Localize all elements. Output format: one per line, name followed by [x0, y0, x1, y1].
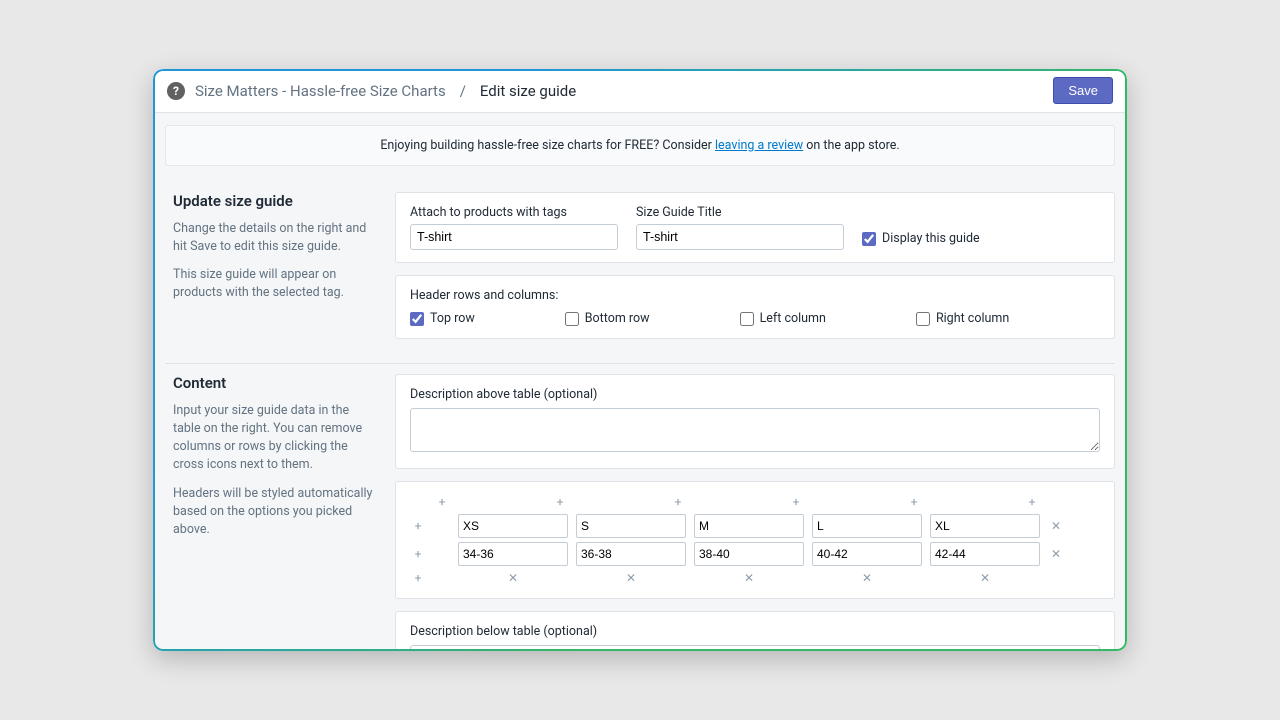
chk-top-row-label: Top row: [430, 311, 475, 326]
table-cell-input[interactable]: [694, 514, 804, 538]
desc-below-input[interactable]: [410, 645, 1100, 651]
table-cell-input[interactable]: [458, 542, 568, 566]
add-row-bottom: + ✕ ✕ ✕ ✕ ✕: [410, 570, 1100, 586]
chk-right-col-label: Right column: [936, 311, 1009, 326]
delete-row-icon[interactable]: ✕: [1048, 546, 1064, 562]
delete-col-icon[interactable]: ✕: [505, 570, 521, 586]
add-col-icon[interactable]: +: [1024, 494, 1040, 510]
add-col-icon[interactable]: +: [434, 494, 450, 510]
table-cell-input[interactable]: [812, 514, 922, 538]
desc-below-label: Description below table (optional): [410, 624, 1100, 639]
display-guide-label: Display this guide: [882, 231, 980, 246]
delete-row-icon[interactable]: ✕: [1048, 518, 1064, 534]
table-cell-input[interactable]: [576, 514, 686, 538]
chk-left-col[interactable]: Left column: [740, 311, 826, 326]
save-button[interactable]: Save: [1053, 77, 1113, 104]
chk-right-col[interactable]: Right column: [916, 311, 1009, 326]
add-row-icon[interactable]: +: [410, 570, 426, 586]
card-table: +++++++✕+✕+✕✕✕✕✕: [395, 481, 1115, 599]
review-link[interactable]: leaving a review: [715, 138, 803, 153]
add-row-icon[interactable]: +: [410, 518, 426, 534]
section-content: Content Input your size guide data in th…: [165, 364, 1115, 651]
chk-bottom-row-label: Bottom row: [585, 311, 650, 326]
table-cell-input[interactable]: [930, 542, 1040, 566]
banner-text-before: Enjoying building hassle-free size chart…: [380, 138, 715, 153]
field-title: Size Guide Title: [636, 205, 844, 250]
display-guide-checkbox[interactable]: Display this guide: [862, 231, 980, 246]
banner-text-after: on the app store.: [803, 138, 899, 153]
add-col-row: + + + + + +: [410, 494, 1100, 510]
chk-left-col-label: Left column: [760, 311, 826, 326]
card-basic: Attach to products with tags Size Guide …: [395, 192, 1115, 263]
page-title: Edit size guide: [480, 82, 576, 100]
add-col-icon[interactable]: +: [788, 494, 804, 510]
chk-left-col-input[interactable]: [740, 312, 754, 326]
card-headers: Header rows and columns: Top row Bottom …: [395, 275, 1115, 339]
delete-col-icon[interactable]: ✕: [859, 570, 875, 586]
table-cell-input[interactable]: [812, 542, 922, 566]
tags-label: Attach to products with tags: [410, 205, 618, 220]
table-cell-input[interactable]: [694, 542, 804, 566]
add-col-icon[interactable]: +: [906, 494, 922, 510]
table-row: +✕: [410, 514, 1100, 538]
card-desc-below: Description below table (optional): [395, 611, 1115, 651]
delete-col-icon[interactable]: ✕: [977, 570, 993, 586]
delete-col-icon[interactable]: ✕: [741, 570, 757, 586]
section-update-desc1: Change the details on the right and hit …: [173, 220, 375, 256]
desc-above-input[interactable]: [410, 408, 1100, 452]
table-cell-input[interactable]: [458, 514, 568, 538]
card-desc-above: Description above table (optional): [395, 374, 1115, 469]
chk-top-row[interactable]: Top row: [410, 311, 475, 326]
section-content-title: Content: [173, 374, 375, 392]
section-update-title: Update size guide: [173, 192, 375, 210]
section-content-desc2: Headers will be styled automatically bas…: [173, 485, 375, 539]
help-icon[interactable]: ?: [167, 82, 185, 100]
chk-bottom-row-input[interactable]: [565, 312, 579, 326]
add-col-icon[interactable]: +: [552, 494, 568, 510]
topbar: ? Size Matters - Hassle-free Size Charts…: [153, 69, 1127, 113]
chk-right-col-input[interactable]: [916, 312, 930, 326]
display-guide-input[interactable]: [862, 232, 876, 246]
add-col-icon[interactable]: +: [670, 494, 686, 510]
title-input[interactable]: [636, 224, 844, 250]
delete-col-icon[interactable]: ✕: [623, 570, 639, 586]
table-cell-input[interactable]: [930, 514, 1040, 538]
app-window: ? Size Matters - Hassle-free Size Charts…: [153, 69, 1127, 651]
review-banner: Enjoying building hassle-free size chart…: [165, 125, 1115, 166]
section-content-side: Content Input your size guide data in th…: [165, 374, 375, 651]
section-content-desc1: Input your size guide data in the table …: [173, 402, 375, 475]
table-row: +✕: [410, 542, 1100, 566]
chk-top-row-input[interactable]: [410, 312, 424, 326]
breadcrumb-root[interactable]: Size Matters - Hassle-free Size Charts: [195, 82, 446, 100]
headers-legend: Header rows and columns:: [410, 288, 1100, 303]
tags-input[interactable]: [410, 224, 618, 250]
main-scroll[interactable]: Enjoying building hassle-free size chart…: [153, 113, 1127, 651]
add-row-icon[interactable]: +: [410, 546, 426, 562]
breadcrumb-sep: /: [456, 82, 470, 100]
section-update-desc2: This size guide will appear on products …: [173, 266, 375, 302]
title-label: Size Guide Title: [636, 205, 844, 220]
field-tags: Attach to products with tags: [410, 205, 618, 250]
section-update: Update size guide Change the details on …: [165, 182, 1115, 364]
section-update-side: Update size guide Change the details on …: [165, 192, 375, 339]
chk-bottom-row[interactable]: Bottom row: [565, 311, 650, 326]
table-cell-input[interactable]: [576, 542, 686, 566]
desc-above-label: Description above table (optional): [410, 387, 1100, 402]
